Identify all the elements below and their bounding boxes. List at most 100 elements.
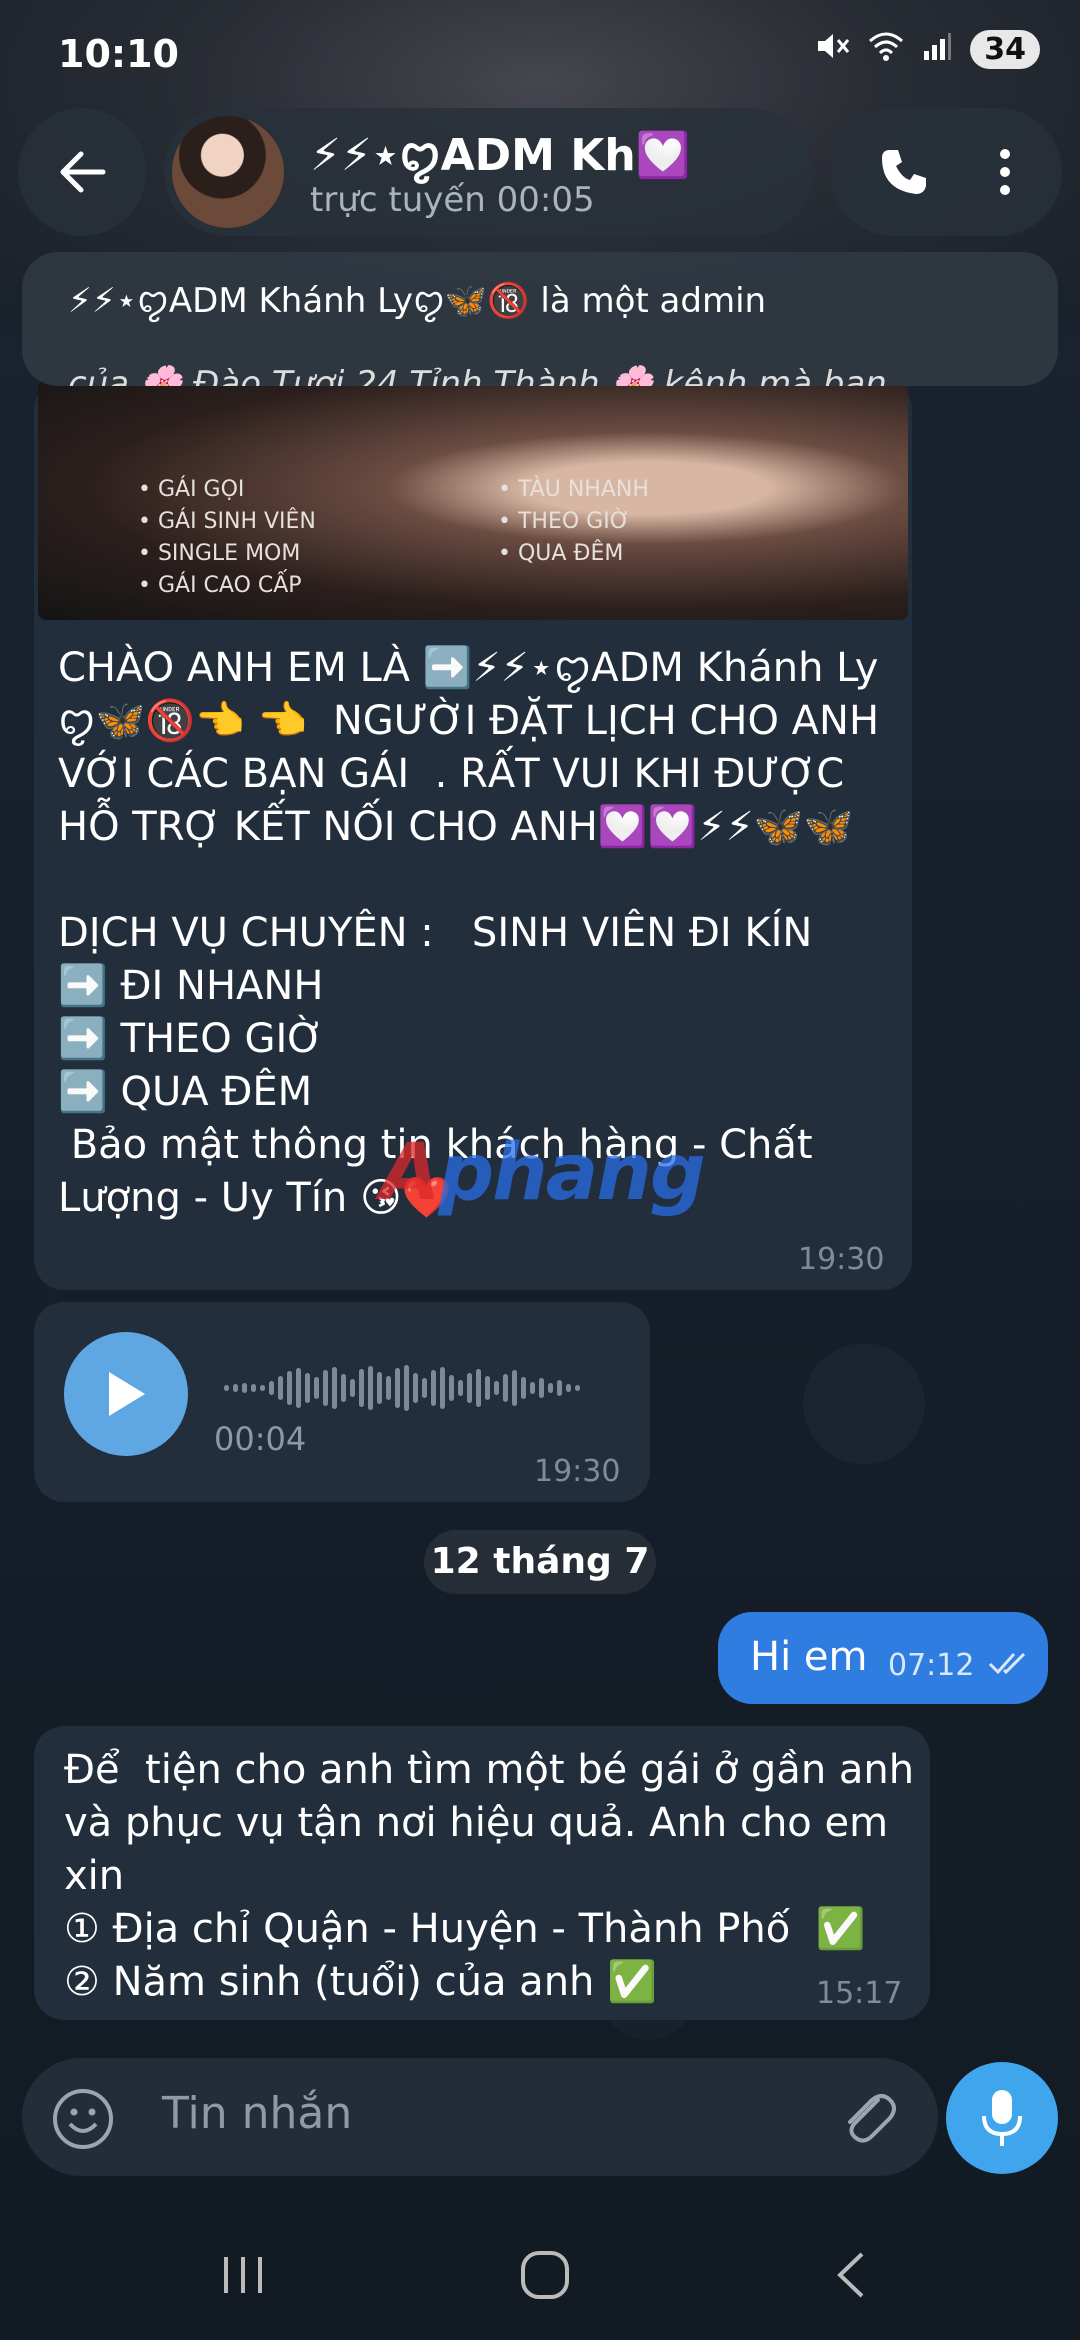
system-nav-bar [0, 2210, 1080, 2340]
message-input-bar[interactable]: Tin nhắn [22, 2058, 938, 2176]
waveform-bar [287, 1371, 292, 1405]
waveform-bar [449, 1375, 454, 1401]
waveform-bar [458, 1380, 463, 1396]
waveform-bar [485, 1376, 490, 1400]
waveform-bar [476, 1369, 481, 1407]
phone-icon [882, 150, 926, 194]
waveform-bar [422, 1378, 427, 1398]
message-bubble-outgoing[interactable]: Hi em 07:12 [718, 1612, 1048, 1704]
more-vertical-icon [1000, 149, 1010, 195]
status-time: 10:10 [58, 32, 179, 76]
waveform-bar [359, 1369, 364, 1407]
attach-button[interactable] [836, 2086, 900, 2150]
image-text: • GÁI CAO CẤP [138, 573, 302, 598]
voice-message-bubble[interactable]: 00:04 19:30 [34, 1302, 650, 1502]
waveform-bar [296, 1368, 301, 1408]
waveform-bar [350, 1379, 355, 1397]
arrow-left-icon [60, 151, 106, 193]
waveform-bar [224, 1385, 229, 1391]
chat-title-text: ⚡⚡⋆ꨄ︎ADM Kh [310, 130, 636, 181]
system-back-button[interactable] [806, 2240, 896, 2310]
waveform-bar [332, 1367, 337, 1409]
waveform-bar [539, 1378, 544, 1398]
header-actions [830, 108, 1062, 236]
recent-apps-icon [224, 2257, 262, 2293]
voice-record-button[interactable] [946, 2062, 1058, 2174]
play-icon [109, 1372, 145, 1416]
waveform-bar [323, 1370, 328, 1406]
message-text: Hi em [750, 1634, 868, 1680]
image-list-left: • GÁI GỌI • GÁI SINH VIÊN • SINGLE MOM •… [138, 474, 316, 602]
status-icons: 34 [816, 30, 1040, 69]
back-button[interactable] [18, 108, 146, 236]
image-text: • GÁI GỌI [138, 477, 245, 502]
waveform-bar [575, 1385, 580, 1391]
image-text: • QUA ĐÊM [498, 541, 624, 566]
emoji-button[interactable] [52, 2088, 114, 2150]
message-time: 15:17 [816, 1976, 903, 2011]
title-emoji: 💟 [635, 130, 691, 181]
watermark-red: A [380, 1128, 440, 1218]
signal-icon [922, 31, 952, 69]
waveform-bar [269, 1381, 274, 1395]
waveform-bar [242, 1383, 247, 1393]
microphone-icon [982, 2090, 1022, 2146]
call-button[interactable] [870, 138, 938, 206]
more-menu-button[interactable] [980, 138, 1030, 206]
date-separator: 12 tháng 7 [424, 1530, 656, 1594]
home-button[interactable] [500, 2240, 590, 2310]
watermark-blue: phang [438, 1128, 705, 1218]
waveform-bar [305, 1373, 310, 1403]
waveform-bar [566, 1384, 571, 1392]
chat-header[interactable]: ⚡⚡⋆ꨄ︎ADM Kh💟 trực tuyến 00:05 [164, 108, 814, 236]
waveform-bar [467, 1373, 472, 1403]
message-time: 07:12 [888, 1648, 975, 1683]
admin-notice-line2: của 🌸 Đào Tươi 24 Tỉnh Thành 🌸 kênh mà b… [68, 364, 887, 386]
waveform-bar [494, 1381, 499, 1395]
message-image[interactable]: • GÁI GỌI • GÁI SINH VIÊN • SINGLE MOM •… [38, 380, 908, 620]
waveform-bar [314, 1377, 319, 1399]
status-bar: 10:10 34 [0, 0, 1080, 110]
waveform-bar [404, 1365, 409, 1411]
voice-duration: 00:04 [214, 1420, 307, 1458]
message-bubble-request[interactable]: Để tiện cho anh tìm một bé gái ở gần anh… [34, 1726, 930, 2020]
waveform-bar [431, 1370, 436, 1406]
image-text: • THEO GIỜ [498, 509, 630, 534]
chat-title: ⚡⚡⋆ꨄ︎ADM Kh💟 [310, 122, 810, 186]
paperclip-icon [848, 2094, 896, 2143]
waveform-bar [377, 1372, 382, 1404]
message-time: 19:30 [798, 1242, 885, 1277]
home-icon [521, 2251, 569, 2299]
admin-notice-banner[interactable]: ⚡⚡⋆ꨄ︎ADM Khánh Lyꨄ︎🦋🔞 là một admin của 🌸… [22, 252, 1058, 386]
waveform-bar [503, 1374, 508, 1402]
watermark-logo: Aphang [380, 1128, 706, 1218]
waveform-bar [233, 1384, 238, 1392]
recent-apps-button[interactable] [198, 2240, 288, 2310]
waveform-bar [368, 1366, 373, 1410]
message-time: 19:30 [534, 1454, 621, 1489]
waveform-bar [557, 1380, 562, 1396]
waveform-bar [512, 1370, 517, 1406]
waveform-bar [548, 1383, 553, 1393]
play-button[interactable] [64, 1332, 188, 1456]
image-text: • TÀU NHANH [498, 477, 649, 502]
image-list-right: • TÀU NHANH • THEO GIỜ • QUA ĐÊM [498, 474, 649, 570]
chevron-left-icon [837, 2252, 864, 2298]
waveform-bar [386, 1376, 391, 1400]
mute-icon [816, 31, 850, 69]
chat-online-status: trực tuyến 00:05 [310, 180, 595, 220]
waveform-bar [341, 1374, 346, 1402]
waveform-bar [395, 1368, 400, 1408]
admin-notice-line1: ⚡⚡⋆ꨄ︎ADM Khánh Lyꨄ︎🦋🔞 là một admin [68, 281, 767, 321]
waveform-bar [521, 1377, 526, 1399]
waveform-bar [530, 1382, 535, 1394]
avatar[interactable] [172, 116, 284, 228]
voice-waveform[interactable] [224, 1352, 644, 1424]
message-input[interactable]: Tin nhắn [162, 2088, 352, 2139]
double-check-icon [988, 1650, 1034, 1683]
image-text: • GÁI SINH VIÊN [138, 509, 316, 534]
wifi-icon [868, 31, 904, 69]
waveform-bar [251, 1384, 256, 1392]
battery-indicator: 34 [970, 30, 1040, 69]
waveform-bar [440, 1367, 445, 1409]
